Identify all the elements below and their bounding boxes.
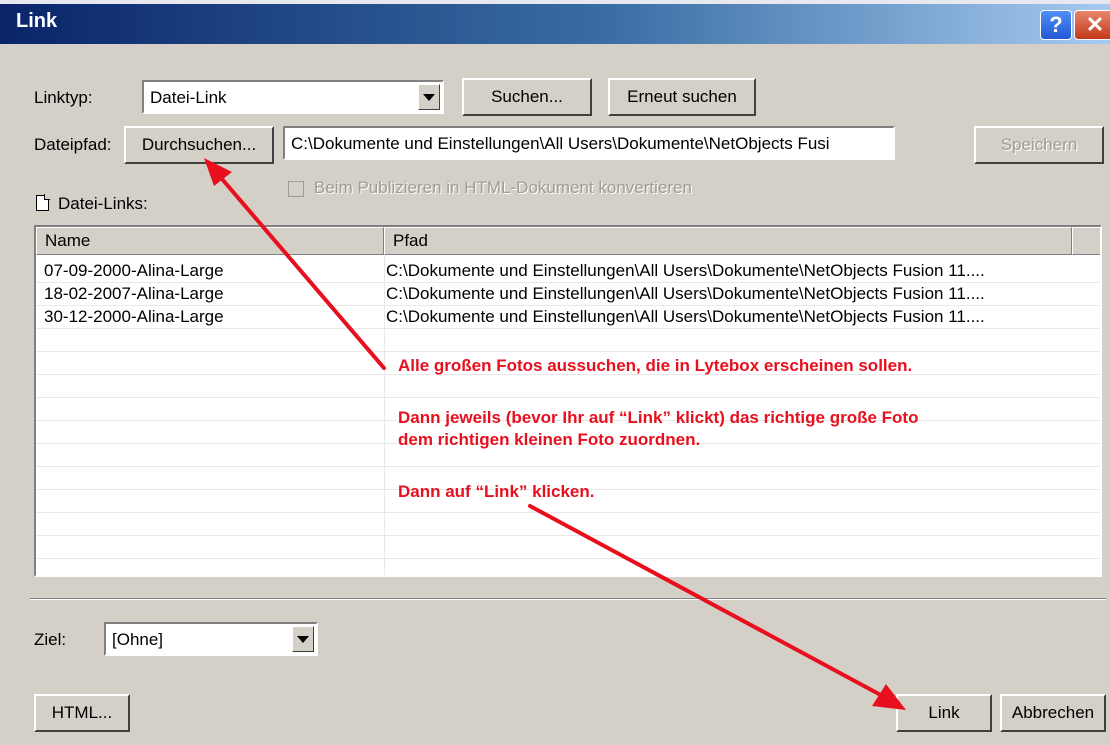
row-name: 07-09-2000-Alina-Large xyxy=(44,261,224,280)
title-bar: Link ? ✕ xyxy=(0,0,1110,44)
linktyp-select[interactable]: Datei-Link xyxy=(142,80,444,114)
html-button[interactable]: HTML... xyxy=(34,694,130,732)
linktyp-select-value: Datei-Link xyxy=(150,88,227,107)
konvertieren-checkbox-label: Beim Publizieren in HTML-Dokument konver… xyxy=(314,178,692,197)
table-row[interactable]: 18-02-2007-Alina-Large C:\Dokumente und … xyxy=(36,283,1100,306)
chevron-down-icon[interactable] xyxy=(292,626,314,652)
empty-row xyxy=(36,329,1100,352)
abbrechen-button[interactable]: Abbrechen xyxy=(1000,694,1106,732)
annotation-line-2: Dann jeweils (bevor Ihr auf “Link” klick… xyxy=(398,408,919,427)
file-icon xyxy=(36,194,50,211)
empty-row xyxy=(36,513,1100,536)
column-header-filler xyxy=(1072,227,1100,255)
annotation-line-3: dem richtigen kleinen Foto zuordnen. xyxy=(398,430,701,449)
datei-links-label: Datei-Links: xyxy=(58,194,148,213)
durchsuchen-button[interactable]: Durchsuchen... xyxy=(124,126,274,164)
annotation-line-1: Alle großen Fotos aussuchen, die in Lyte… xyxy=(398,356,913,375)
empty-row xyxy=(36,536,1100,559)
column-header-pfad[interactable]: Pfad xyxy=(384,227,1072,255)
datei-links-list[interactable]: Name Pfad 07-09-2000-Alina-Large C:\Doku… xyxy=(34,225,1102,577)
dateipfad-label: Dateipfad: xyxy=(34,135,112,154)
title-bar-top-edge xyxy=(0,0,1110,4)
link-button[interactable]: Link xyxy=(896,694,992,732)
close-icon: ✕ xyxy=(1085,12,1105,37)
separator xyxy=(30,598,1106,600)
window-title: Link xyxy=(16,10,58,32)
close-button[interactable]: ✕ xyxy=(1074,10,1110,40)
speichern-button[interactable]: Speichern xyxy=(974,126,1104,164)
table-row[interactable]: 07-09-2000-Alina-Large C:\Dokumente und … xyxy=(36,260,1100,283)
row-path: C:\Dokumente und Einstellungen\All Users… xyxy=(386,261,985,280)
ziel-select[interactable]: [Ohne] xyxy=(104,622,318,656)
row-name: 30-12-2000-Alina-Large xyxy=(44,307,224,326)
empty-row xyxy=(36,375,1100,398)
erneut-suchen-button[interactable]: Erneut suchen xyxy=(608,78,756,116)
annotation-line-4: Dann auf “Link” klicken. xyxy=(398,482,595,501)
chevron-down-icon[interactable] xyxy=(418,84,440,110)
suchen-button[interactable]: Suchen... xyxy=(462,78,592,116)
row-path: C:\Dokumente und Einstellungen\All Users… xyxy=(386,307,985,326)
help-button[interactable]: ? xyxy=(1040,10,1072,40)
help-icon: ? xyxy=(1049,12,1063,37)
ziel-select-value: [Ohne] xyxy=(112,630,164,649)
linktyp-label: Linktyp: xyxy=(34,88,93,107)
column-header-name[interactable]: Name xyxy=(36,227,384,255)
table-row[interactable]: 30-12-2000-Alina-Large C:\Dokumente und … xyxy=(36,306,1100,329)
row-name: 18-02-2007-Alina-Large xyxy=(44,284,224,303)
dateipfad-input[interactable]: C:\Dokumente und Einstellungen\All Users… xyxy=(283,126,895,160)
ziel-label: Ziel: xyxy=(34,630,67,649)
row-path: C:\Dokumente und Einstellungen\All Users… xyxy=(386,284,985,303)
dateipfad-input-value: C:\Dokumente und Einstellungen\All Users… xyxy=(291,134,830,153)
konvertieren-checkbox[interactable] xyxy=(288,181,304,197)
